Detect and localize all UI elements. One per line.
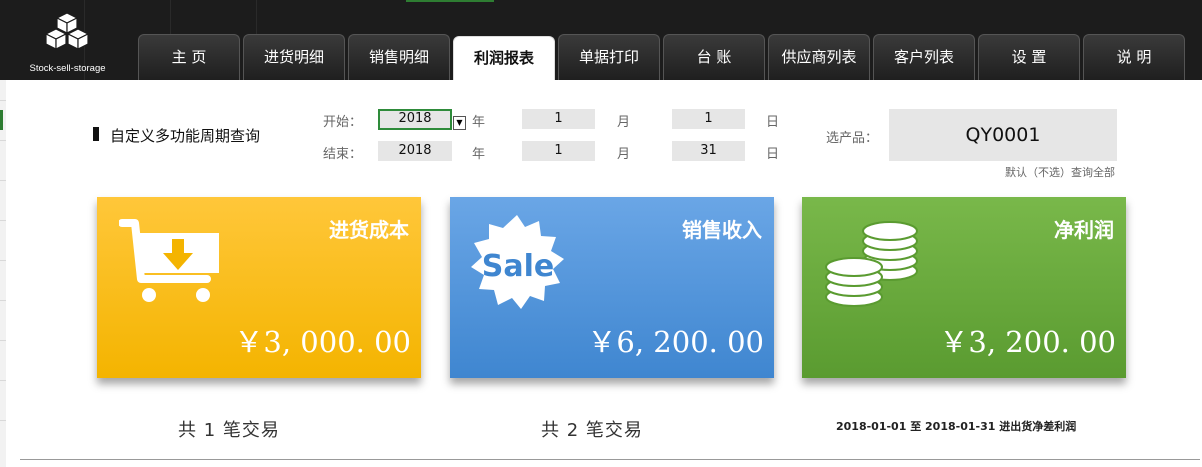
sale-badge-icon: Sale	[471, 215, 564, 309]
sales-revenue-title: 销售收入	[682, 218, 762, 242]
product-select[interactable]: QY0001	[889, 109, 1117, 161]
tab-ledger[interactable]: 台 账	[663, 34, 765, 80]
end-month-unit: 月	[617, 147, 631, 162]
row-tick	[0, 220, 6, 221]
end-month-field[interactable]: 1	[522, 141, 595, 161]
purchase-cost-amount: ￥3, 000. 00	[234, 325, 411, 359]
app-logo: Stock-sell-storage	[10, 12, 125, 74]
divider	[20, 459, 1200, 460]
purchase-cost-card: 进货成本 ￥3, 000. 00	[97, 197, 421, 378]
sales-revenue-card: Sale 销售收入 ￥6, 200. 00	[450, 197, 774, 378]
tab-supplier-list[interactable]: 供应商列表	[768, 34, 870, 80]
start-label: 开始：	[323, 115, 363, 130]
row-tick	[0, 340, 6, 341]
period-summary: 2018-01-01 至 2018-01-31 进出货净差利润	[836, 420, 1077, 433]
tab-purchase-details[interactable]: 进货明细	[243, 34, 345, 80]
start-year-unit: 年	[472, 115, 486, 130]
row-tick	[0, 260, 6, 261]
net-profit-amount: ￥3, 200. 00	[939, 325, 1116, 359]
row-header-strip	[0, 80, 6, 467]
tab-customer-list[interactable]: 客户列表	[873, 34, 975, 80]
tab-sales-details[interactable]: 销售明细	[348, 34, 450, 80]
tab-home[interactable]: 主 页	[138, 34, 240, 80]
product-hint: 默认（不选）查询全部	[1005, 166, 1115, 179]
end-year-field[interactable]: 2018	[378, 141, 452, 161]
sales-revenue-amount: ￥6, 200. 00	[587, 325, 764, 359]
section-marker	[93, 127, 99, 141]
start-day-field[interactable]: 1	[672, 109, 745, 129]
end-year-unit: 年	[472, 147, 486, 162]
tab-help[interactable]: 说 明	[1083, 34, 1185, 80]
coins-icon	[825, 221, 918, 307]
start-year-field[interactable]: 2018	[378, 109, 452, 130]
selection-marker	[406, 0, 494, 2]
purchase-transaction-count: 共 1 笔交易	[178, 420, 280, 441]
dropdown-arrow-icon: ▼	[456, 118, 463, 127]
row-tick	[0, 140, 6, 141]
start-year-dropdown[interactable]: ▼	[453, 116, 466, 130]
start-day-unit: 日	[766, 115, 780, 130]
tab-document-print[interactable]: 单据打印	[558, 34, 660, 80]
end-label: 结束：	[323, 147, 363, 162]
logo-text: Stock-sell-storage	[29, 63, 106, 74]
row-tick	[0, 380, 6, 381]
row-tick	[0, 100, 6, 101]
cart-download-icon	[119, 219, 219, 302]
query-section-title: 自定义多功能周期查询	[110, 127, 261, 145]
row-tick	[0, 420, 6, 421]
tab-profit-report[interactable]: 利润报表	[453, 36, 555, 80]
cubes-logo-icon	[44, 12, 90, 50]
start-month-field[interactable]: 1	[522, 109, 595, 129]
end-day-field[interactable]: 31	[672, 141, 745, 161]
product-label: 选产品：	[826, 131, 879, 146]
net-profit-card: 净利润 ￥3, 200. 00	[802, 197, 1126, 378]
active-row-marker	[0, 110, 3, 130]
row-tick	[0, 300, 6, 301]
top-navigation-bar: Stock-sell-storage 主 页 进货明细 销售明细 利润报表 单据…	[0, 0, 1202, 80]
net-profit-title: 净利润	[1054, 218, 1114, 242]
end-day-unit: 日	[766, 147, 780, 162]
row-tick	[0, 180, 6, 181]
tab-settings[interactable]: 设 置	[978, 34, 1080, 80]
svg-text:Sale: Sale	[482, 249, 554, 284]
start-month-unit: 月	[617, 115, 631, 130]
sales-transaction-count: 共 2 笔交易	[541, 420, 643, 441]
purchase-cost-title: 进货成本	[329, 218, 409, 242]
